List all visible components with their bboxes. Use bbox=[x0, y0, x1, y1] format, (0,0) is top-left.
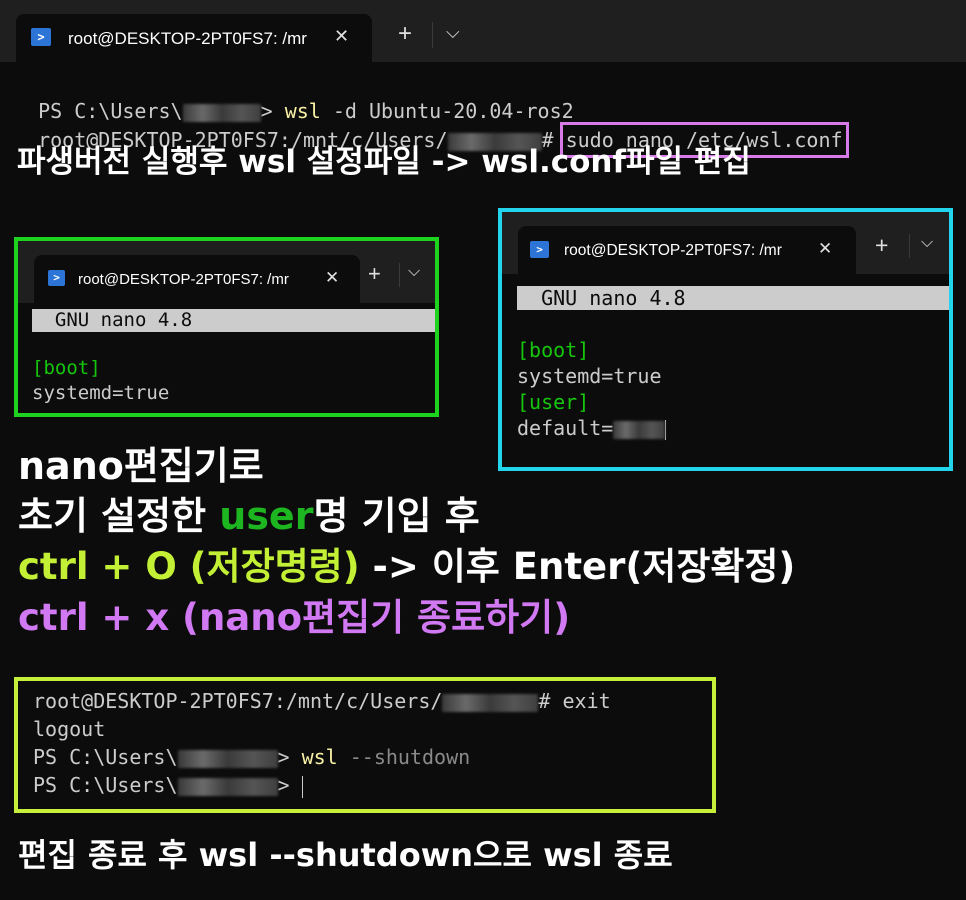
redacted-username bbox=[177, 749, 278, 768]
nano-default-line: default= bbox=[517, 415, 667, 441]
main-tab-bar: > root@DESKTOP-2PT0FS7: /mr ✕ + ⌵ bbox=[0, 0, 966, 62]
shutdown-args: --shutdown bbox=[337, 745, 471, 769]
ps-prompt: PS C:\Users\ bbox=[33, 745, 178, 769]
nano-user-section: [user] bbox=[517, 389, 589, 415]
boot-section: [boot] bbox=[32, 357, 101, 379]
close-icon[interactable]: ✕ bbox=[818, 239, 832, 259]
shutdown-line-1: root@DESKTOP-2PT0FS7:/mnt/c/Users/ # exit bbox=[33, 687, 611, 715]
shutdown-line-2: logout bbox=[33, 717, 106, 741]
user-section: [user] bbox=[517, 390, 590, 414]
ps-prompt-end: > bbox=[277, 773, 302, 797]
tab-title: root@DESKTOP-2PT0FS7: /mr bbox=[564, 242, 782, 259]
nano-header: GNU nano 4.8 bbox=[517, 286, 949, 310]
default-key: default= bbox=[517, 416, 614, 440]
redacted-username bbox=[613, 420, 666, 439]
toolbar-divider bbox=[432, 22, 433, 48]
tab-title: root@DESKTOP-2PT0FS7: /mr bbox=[78, 271, 289, 288]
caption-step2-line4: ctrl + x (nano편집기 종료하기) bbox=[18, 596, 571, 639]
tab-title: root@DESKTOP-2PT0FS7: /mr bbox=[68, 29, 307, 48]
caption-text: 명 기입 후 bbox=[313, 494, 480, 538]
close-icon[interactable]: ✕ bbox=[325, 268, 339, 288]
nano-header: GNU nano 4.8 bbox=[32, 309, 435, 332]
toolbar-divider bbox=[909, 234, 910, 258]
ps-prompt-end: > bbox=[277, 745, 302, 769]
plus-icon[interactable]: + bbox=[398, 20, 412, 48]
caption-step3: 편집 종료 후 wsl --shutdown으로 wsl 종료 bbox=[18, 836, 673, 874]
shutdown-line-4: PS C:\Users\ > bbox=[33, 771, 303, 799]
shutdown-line-3: PS C:\Users\ > wsl --shutdown bbox=[33, 743, 470, 771]
wsl-command: wsl bbox=[301, 745, 338, 769]
ps-prompt: PS C:\Users\ bbox=[33, 773, 178, 797]
tab-nano-right[interactable]: > root@DESKTOP-2PT0FS7: /mr ✕ bbox=[518, 226, 856, 274]
powershell-icon: > bbox=[31, 28, 51, 46]
nano-right-tab-bar: > root@DESKTOP-2PT0FS7: /mr ✕ + ⌵ bbox=[502, 212, 949, 274]
nano-screenshot-user: > root@DESKTOP-2PT0FS7: /mr ✕ + ⌵ GNU na… bbox=[498, 208, 953, 471]
chevron-down-icon[interactable]: ⌵ bbox=[408, 263, 420, 281]
nano-screenshot-boot: > root@DESKTOP-2PT0FS7: /mr ✕ + ⌵ GNU na… bbox=[14, 237, 439, 417]
boot-section: [boot] bbox=[517, 338, 590, 362]
close-icon[interactable]: ✕ bbox=[334, 26, 349, 47]
caption-ctrl-o: ctrl + O (저장명령) bbox=[18, 545, 360, 588]
nano-left-tab-bar: > root@DESKTOP-2PT0FS7: /mr ✕ + ⌵ bbox=[18, 241, 435, 303]
plus-icon[interactable]: + bbox=[875, 232, 888, 259]
caption-step2-line3: ctrl + O (저장명령) -> 이후 Enter(저장확정) bbox=[18, 541, 795, 593]
caption-text: 초기 설정한 bbox=[18, 494, 220, 538]
powershell-icon: > bbox=[48, 270, 65, 286]
tab-nano-left[interactable]: > root@DESKTOP-2PT0FS7: /mr ✕ bbox=[34, 255, 360, 303]
caption-step2-line2: 초기 설정한 user명 기입 후 bbox=[18, 490, 480, 542]
redacted-username bbox=[442, 693, 539, 712]
chevron-down-icon[interactable]: ⌵ bbox=[921, 234, 933, 252]
redacted-username bbox=[177, 777, 278, 796]
text-cursor bbox=[665, 419, 667, 440]
nano-systemd-line: systemd=true bbox=[32, 382, 170, 404]
caption-user-highlight: user bbox=[219, 494, 314, 538]
nano-systemd-line: systemd=true bbox=[517, 364, 662, 388]
caption-step2-line1: nano편집기로 bbox=[18, 444, 264, 488]
tab-main-terminal[interactable]: > root@DESKTOP-2PT0FS7: /mr ✕ bbox=[16, 14, 372, 62]
chevron-down-icon[interactable]: ⌵ bbox=[446, 22, 460, 43]
exit-command: # exit bbox=[538, 689, 611, 713]
nano-boot-section: [boot] bbox=[32, 356, 101, 380]
caption-text: -> 이후 Enter(저장확정) bbox=[359, 545, 796, 588]
powershell-icon: > bbox=[530, 241, 549, 258]
bash-prompt: root@DESKTOP-2PT0FS7:/mnt/c/Users/ bbox=[33, 689, 443, 713]
plus-icon[interactable]: + bbox=[368, 261, 381, 287]
shutdown-terminal-screenshot: root@DESKTOP-2PT0FS7:/mnt/c/Users/ # exit… bbox=[14, 677, 716, 813]
caption-step1: 파생버전 실행후 wsl 설정파일 -> wsl.conf파일 편집 bbox=[17, 144, 751, 180]
text-cursor bbox=[301, 775, 303, 798]
nano-boot-section: [boot] bbox=[517, 337, 589, 363]
toolbar-divider bbox=[399, 263, 400, 287]
